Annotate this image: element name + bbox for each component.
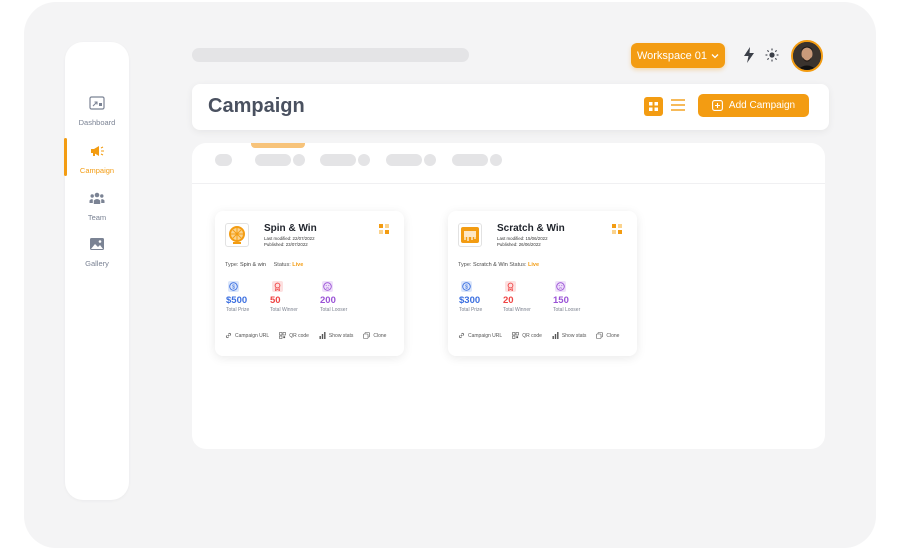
- grid-view-toggle[interactable]: [644, 97, 663, 116]
- campaign-card[interactable]: Spin & Win Last modified: 22/07/2022 Pub…: [215, 211, 404, 356]
- stat-total-winner: 50 Total Winner: [270, 281, 314, 313]
- show-stats-link[interactable]: Show stats: [552, 332, 586, 339]
- card-grid-menu-icon[interactable]: [379, 224, 390, 235]
- stat-total-prize: $ $300 Total Prize: [459, 281, 503, 313]
- search-bar-placeholder[interactable]: [192, 48, 469, 62]
- plus-square-icon: [711, 100, 723, 111]
- campaign-url-link[interactable]: Campaign URL: [458, 332, 502, 339]
- card-actions: Campaign URL QR code Show stats Clone: [458, 332, 619, 339]
- scratch-card-logo: [458, 223, 482, 247]
- bar-chart-icon: [552, 332, 559, 339]
- published-date: Published: 26/06/2022: [497, 242, 541, 247]
- svg-text:$: $: [465, 284, 468, 290]
- dollar-icon: $: [461, 281, 472, 292]
- card-type-status: Type: Scratch & Win Status: Live: [458, 262, 540, 268]
- clone-link[interactable]: Clone: [363, 332, 386, 339]
- sidebar-item-label: Campaign: [79, 166, 115, 175]
- campaign-url-link[interactable]: Campaign URL: [225, 332, 269, 339]
- card-title: Spin & Win: [264, 223, 317, 234]
- sidebar-item-label: Team: [87, 213, 107, 222]
- sidebar-item-campaign[interactable]: Campaign: [65, 144, 129, 178]
- status-badge: Live: [528, 262, 540, 268]
- list-view-icon[interactable]: [670, 98, 686, 112]
- sidebar-item-team[interactable]: Team: [65, 191, 129, 225]
- bolt-icon[interactable]: [742, 47, 756, 63]
- campaign-card[interactable]: Scratch & Win Last modified: 15/06/2022 …: [448, 211, 637, 356]
- tab-count-badge: [358, 154, 370, 166]
- spin-wheel-icon: [229, 226, 245, 244]
- status-badge: Live: [292, 262, 304, 268]
- active-tab-indicator: [251, 143, 305, 148]
- svg-text:$: $: [232, 284, 235, 290]
- workspace-label: Workspace 01: [636, 49, 708, 62]
- last-modified: Last modified: 15/06/2022: [497, 236, 548, 241]
- avatar[interactable]: [791, 40, 823, 72]
- link-icon: [458, 332, 465, 339]
- clone-link[interactable]: Clone: [596, 332, 619, 339]
- sidebar-item-label: Gallery: [85, 259, 109, 268]
- stat-total-prize: $ $500 Total Prize: [226, 281, 270, 313]
- qr-code-icon: [512, 332, 519, 339]
- workspace-dropdown[interactable]: Workspace 01: [631, 43, 725, 68]
- stat-total-looser: 200 Total Looser: [320, 281, 364, 313]
- copy-icon: [596, 332, 604, 339]
- sad-face-icon: [555, 281, 566, 292]
- qr-code-icon: [279, 332, 286, 339]
- card-grid-menu-icon[interactable]: [612, 224, 623, 235]
- dollar-icon: $: [228, 281, 239, 292]
- tab-placeholder-3[interactable]: [320, 154, 356, 166]
- copy-icon: [363, 332, 371, 339]
- tab-placeholder-1[interactable]: [215, 154, 232, 166]
- scratch-card-icon: [461, 227, 479, 243]
- sidebar: Dashboard Campaign Team Gallery: [64, 42, 129, 500]
- card-actions: Campaign URL QR code Show stats Clone: [225, 332, 386, 339]
- tab-count-badge: [424, 154, 436, 166]
- stat-total-winner: 20 Total Winner: [503, 281, 547, 313]
- sidebar-item-label: Dashboard: [78, 118, 116, 127]
- team-icon: [89, 192, 105, 204]
- link-icon: [225, 332, 232, 339]
- sun-icon[interactable]: [765, 48, 779, 62]
- add-campaign-label: Add Campaign: [728, 100, 796, 111]
- megaphone-icon: [91, 146, 104, 156]
- chevron-down-icon: [711, 53, 719, 58]
- medal-icon: [505, 281, 516, 292]
- gallery-icon: [90, 238, 104, 250]
- stat-total-looser: 150 Total Looser: [553, 281, 597, 313]
- avatar-photo: [793, 42, 821, 70]
- card-title: Scratch & Win: [497, 223, 565, 234]
- tab-placeholder-5[interactable]: [452, 154, 488, 166]
- qr-code-link[interactable]: QR code: [279, 332, 309, 339]
- page-title: Campaign: [208, 95, 305, 117]
- qr-code-link[interactable]: QR code: [512, 332, 542, 339]
- add-campaign-button[interactable]: Add Campaign: [698, 94, 809, 117]
- sidebar-item-gallery[interactable]: Gallery: [65, 237, 129, 271]
- divider: [192, 183, 825, 184]
- card-type-status: Type: Spin & win Status: Live: [225, 262, 304, 268]
- grid-icon: [649, 102, 658, 111]
- last-modified: Last modified: 22/07/2022: [264, 236, 315, 241]
- sad-face-icon: [322, 281, 333, 292]
- published-date: Published: 23/07/2022: [264, 242, 308, 247]
- tab-placeholder-2[interactable]: [255, 154, 291, 166]
- spin-wheel-logo: [225, 223, 249, 247]
- medal-icon: [272, 281, 283, 292]
- bar-chart-icon: [319, 332, 326, 339]
- tab-placeholder-4[interactable]: [386, 154, 422, 166]
- sidebar-item-dashboard[interactable]: Dashboard: [65, 96, 129, 130]
- page-header: Campaign Add Campaign: [192, 84, 829, 130]
- tab-count-badge: [293, 154, 305, 166]
- dashboard-icon: [89, 96, 105, 110]
- tab-count-badge: [490, 154, 502, 166]
- show-stats-link[interactable]: Show stats: [319, 332, 353, 339]
